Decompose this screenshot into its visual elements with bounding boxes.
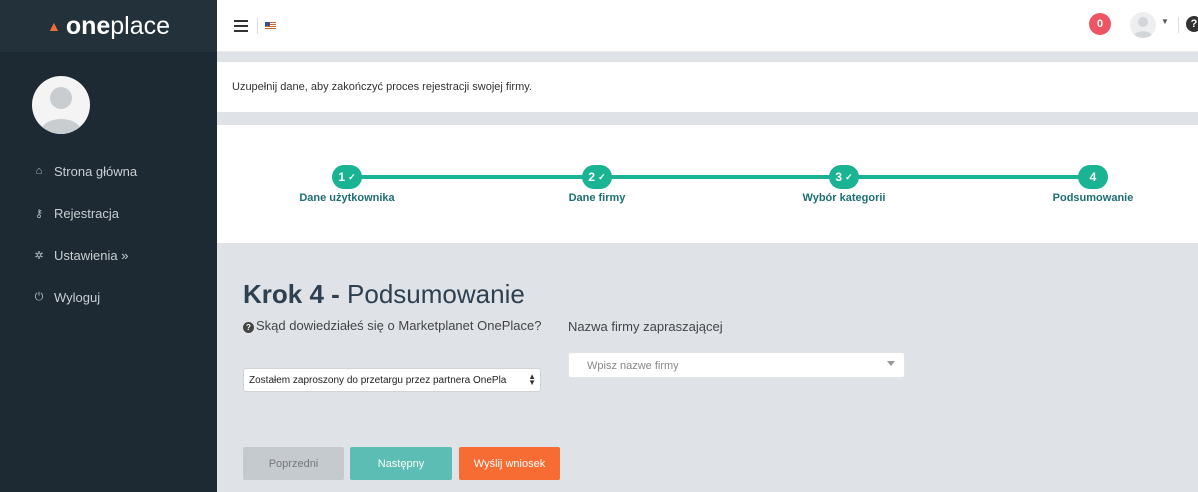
brand-logo[interactable]: ▲ oneplace bbox=[0, 0, 217, 52]
check-icon: ✓ bbox=[845, 171, 853, 182]
inviting-company-combobox[interactable]: Wpisz nazwe firmy bbox=[568, 352, 905, 378]
sidebar-item-settings[interactable]: ✲ Ustawienia » bbox=[0, 234, 217, 276]
source-select-value: Zostałem zaproszony do przetargu przez p… bbox=[249, 374, 507, 386]
logo-mark-icon: ▲ bbox=[46, 18, 61, 34]
registration-notice: Uzupełnij dane, aby zakończyć proces rej… bbox=[217, 62, 1198, 112]
previous-button[interactable]: Poprzedni bbox=[243, 447, 344, 480]
user-avatar-icon bbox=[40, 87, 82, 134]
submit-application-button[interactable]: Wyślij wniosek bbox=[459, 447, 560, 480]
wizard-step-4[interactable]: 4 Podsumowanie bbox=[1013, 165, 1173, 204]
divider bbox=[1178, 17, 1179, 33]
select-arrows-icon: ▲ ▼ bbox=[526, 372, 536, 387]
chevron-down-icon[interactable]: ▼ bbox=[1161, 17, 1169, 26]
source-question-label: ? Skąd dowiedziałeś się o Marketplanet On… bbox=[243, 318, 543, 334]
wizard-step-1[interactable]: 1 ✓ Dane użytkownika bbox=[267, 165, 427, 204]
step-label: Podsumowanie bbox=[1052, 192, 1134, 204]
sidebar-item-label: Rejestracja bbox=[54, 205, 120, 221]
divider bbox=[257, 18, 258, 34]
step-label: Dane użytkownika bbox=[299, 192, 395, 204]
sidebar-item-label: Wyloguj bbox=[54, 289, 101, 305]
sidebar: ▲ oneplace ⌂ Strona główna ⚷ Rejestracja… bbox=[0, 0, 217, 492]
user-avatar-icon bbox=[1133, 17, 1153, 38]
check-icon: ✓ bbox=[598, 171, 606, 182]
user-menu-avatar[interactable] bbox=[1130, 12, 1156, 38]
next-button[interactable]: Następny bbox=[350, 447, 452, 480]
sidebar-nav: ⌂ Strona główna ⚷ Rejestracja ✲ Ustawien… bbox=[0, 150, 217, 318]
sidebar-item-home[interactable]: ⌂ Strona główna bbox=[0, 150, 217, 192]
hamburger-menu-icon[interactable] bbox=[234, 20, 248, 32]
sidebar-item-logout[interactable]: ⏻ Wyloguj bbox=[0, 276, 217, 318]
sidebar-item-registration[interactable]: ⚷ Rejestracja bbox=[0, 192, 217, 234]
inviting-company-placeholder: Wpisz nazwe firmy bbox=[587, 360, 679, 372]
wizard-progress-line bbox=[347, 175, 1092, 179]
check-icon: ✓ bbox=[348, 171, 356, 182]
us-flag-icon[interactable] bbox=[265, 22, 276, 30]
sidebar-item-label: Strona główna bbox=[54, 163, 138, 179]
top-bar: 0 ▼ ? bbox=[217, 0, 1198, 52]
brand-name-light: place bbox=[110, 11, 171, 40]
home-icon: ⌂ bbox=[35, 165, 43, 177]
help-icon[interactable]: ? bbox=[1186, 16, 1198, 32]
wizard-step-2[interactable]: 2 ✓ Dane firmy bbox=[517, 165, 677, 204]
gear-icon: ✲ bbox=[34, 249, 44, 262]
wizard-step-3[interactable]: 3 ✓ Wybór kategorii bbox=[764, 165, 924, 204]
wizard-steps: 1 ✓ Dane użytkownika 2 ✓ Dane firmy 3 ✓ Wyb… bbox=[217, 125, 1198, 243]
key-icon: ⚷ bbox=[34, 207, 44, 220]
inviting-company-label: Nazwa firmy zapraszającej bbox=[568, 319, 723, 334]
notifications-badge[interactable]: 0 bbox=[1089, 13, 1111, 35]
notice-text: Uzupełnij dane, aby zakończyć proces rej… bbox=[232, 81, 532, 93]
step-label: Wybór kategorii bbox=[802, 192, 886, 204]
brand-name-bold: one bbox=[65, 11, 111, 40]
question-icon: ? bbox=[243, 322, 254, 333]
dropdown-arrow-icon bbox=[887, 361, 895, 366]
sidebar-item-label: Ustawienia » bbox=[54, 247, 129, 263]
source-select[interactable]: Zostałem zaproszony do przetargu przez p… bbox=[243, 368, 541, 392]
sidebar-avatar bbox=[32, 76, 90, 134]
power-icon: ⏻ bbox=[34, 290, 44, 303]
step-label: Dane firmy bbox=[568, 192, 626, 204]
page-title: Krok 4 - Podsumowanie bbox=[243, 279, 525, 309]
